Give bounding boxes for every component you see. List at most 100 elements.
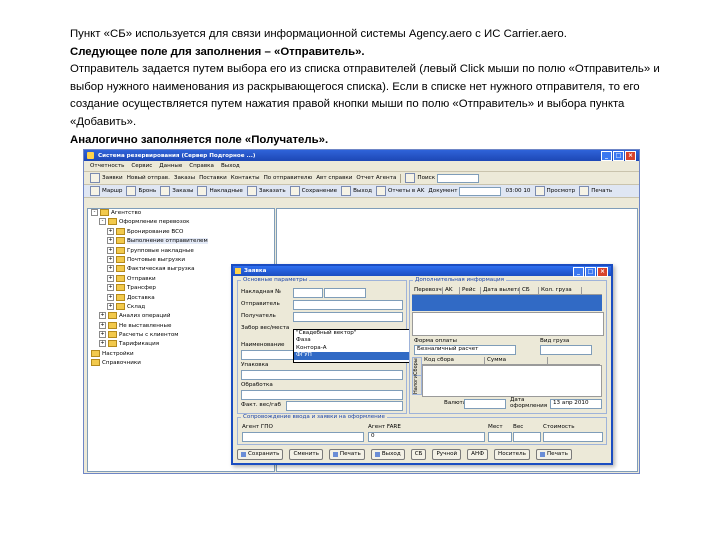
toolbar-main: Заявки Новый отправ. Заказы Поставки Кон… bbox=[84, 172, 639, 185]
tree-item[interactable]: - Оформление перевозок bbox=[88, 218, 274, 227]
toolbar-button[interactable]: Заказы bbox=[174, 175, 195, 181]
tree-item[interactable]: + Выполнение отправителем bbox=[88, 237, 274, 246]
document-icon bbox=[90, 173, 100, 183]
collapse-icon[interactable]: - bbox=[91, 209, 98, 216]
exit-button[interactable]: Выход bbox=[370, 448, 405, 460]
print-button[interactable]: Печать bbox=[328, 448, 365, 460]
toolbar-button[interactable]: Отчет Агента bbox=[356, 175, 396, 181]
toolbar-button[interactable]: Поставки bbox=[199, 175, 227, 181]
sender-field[interactable] bbox=[293, 300, 403, 310]
expand-icon[interactable]: + bbox=[99, 321, 106, 329]
tree-item[interactable]: + Бронирование ВСО bbox=[88, 227, 274, 237]
toolbar-button[interactable]: Накладные bbox=[197, 186, 243, 196]
expand-icon[interactable]: + bbox=[99, 331, 106, 339]
cargo-type-field[interactable] bbox=[540, 345, 592, 355]
menu-item[interactable]: Данные bbox=[159, 163, 182, 169]
toolbar-button[interactable]: Выход bbox=[341, 186, 372, 196]
close-icon[interactable]: × bbox=[597, 267, 608, 277]
toolbar-button[interactable]: Новый отправ. bbox=[127, 175, 170, 181]
search-input[interactable] bbox=[437, 173, 480, 183]
toolbar-button[interactable]: Заказать bbox=[246, 186, 286, 196]
menu-item[interactable]: Справка bbox=[189, 163, 214, 169]
tree-item-label: Расчеты с клиентом bbox=[119, 332, 179, 339]
expand-icon[interactable]: + bbox=[99, 340, 106, 348]
dropdown-option-selected[interactable]: ФГУП bbox=[294, 352, 409, 360]
maximize-icon[interactable]: □ bbox=[613, 151, 624, 161]
manual-button[interactable]: Ручной bbox=[432, 448, 462, 460]
toolbar-button[interactable]: По отправителю bbox=[264, 175, 313, 181]
waybill-field[interactable] bbox=[293, 288, 323, 298]
toolbar-button[interactable]: Авт справки bbox=[316, 175, 352, 181]
tree-item-label: Отправки bbox=[127, 275, 156, 282]
preview-icon bbox=[534, 186, 545, 196]
sb-button[interactable]: СБ bbox=[410, 448, 427, 460]
dropdown-option[interactable]: "Свадебный вектор" bbox=[294, 330, 409, 337]
currency-field[interactable] bbox=[464, 399, 506, 409]
search-icon bbox=[405, 173, 416, 183]
toolbar-button[interactable]: Маршр bbox=[90, 186, 122, 196]
maximize-icon[interactable]: □ bbox=[585, 267, 596, 277]
flights-grid-selected-row[interactable] bbox=[412, 295, 602, 311]
fact-weight-field[interactable] bbox=[286, 401, 403, 411]
grid-column: Сумма bbox=[485, 357, 548, 364]
cost-field[interactable] bbox=[543, 432, 603, 442]
expand-icon[interactable]: + bbox=[107, 293, 114, 301]
receiver-field[interactable] bbox=[293, 312, 403, 322]
date-field[interactable]: 13 апр 2010 bbox=[550, 399, 602, 409]
tab-taxes[interactable]: Налоги bbox=[412, 375, 422, 395]
minimize-icon[interactable]: _ bbox=[573, 267, 584, 277]
flights-grid-body bbox=[412, 312, 604, 336]
agent-field[interactable] bbox=[242, 432, 364, 442]
places-field[interactable] bbox=[488, 432, 512, 442]
menu-item[interactable]: Отчетность bbox=[90, 163, 124, 169]
tab-fees[interactable]: Сборы bbox=[412, 357, 422, 377]
time-field[interactable]: 03:00 10 bbox=[505, 188, 530, 194]
expand-icon[interactable]: + bbox=[107, 255, 114, 263]
processing-field[interactable] bbox=[241, 390, 403, 400]
agent-fare-field[interactable]: 0 bbox=[368, 432, 485, 442]
payment-form-field[interactable]: Безналичный расчет bbox=[414, 345, 516, 355]
expand-icon[interactable]: + bbox=[107, 265, 114, 273]
save-button[interactable]: Сохранить bbox=[237, 448, 284, 460]
pickup-label: Забор вес/места bbox=[241, 325, 290, 331]
fees-grid-body bbox=[422, 365, 602, 397]
dropdown-option[interactable]: Фаза bbox=[294, 337, 409, 344]
collapse-icon[interactable]: - bbox=[99, 218, 106, 226]
expand-icon[interactable]: + bbox=[107, 274, 114, 282]
print-menu-button[interactable]: Печать bbox=[535, 448, 572, 460]
document-input[interactable] bbox=[459, 186, 502, 196]
waybill-number-field[interactable] bbox=[324, 288, 366, 298]
preview-button[interactable]: Просмотр bbox=[534, 186, 575, 196]
toolbar-button[interactable]: Сохранение bbox=[289, 186, 337, 196]
toolbar-button[interactable]: Контакты bbox=[231, 175, 260, 181]
expand-icon[interactable]: + bbox=[99, 312, 106, 320]
minimize-icon[interactable]: _ bbox=[601, 151, 612, 161]
expand-icon[interactable]: + bbox=[107, 227, 114, 235]
toolbar-button[interactable]: Заявки bbox=[90, 173, 123, 183]
expand-icon[interactable]: + bbox=[107, 246, 114, 254]
dropdown-option[interactable]: Контора-А bbox=[294, 345, 409, 352]
toolbar-button[interactable]: Заказы bbox=[160, 186, 193, 196]
toolbar-button[interactable]: Отчеты в AK bbox=[375, 186, 424, 196]
menu-item[interactable]: Выход bbox=[221, 163, 240, 169]
menu-item[interactable]: Сервис bbox=[131, 163, 152, 169]
processing-label: Обработка bbox=[241, 382, 273, 388]
toolbar-button[interactable]: Бронь bbox=[126, 186, 156, 196]
packing-field[interactable] bbox=[241, 370, 403, 380]
print-button[interactable]: Печать bbox=[579, 186, 612, 196]
expand-icon[interactable]: + bbox=[107, 302, 114, 310]
expand-icon[interactable]: + bbox=[107, 237, 114, 245]
tree-item[interactable]: + Групповые накладные bbox=[88, 246, 274, 256]
sender-dropdown-list[interactable]: "Свадебный вектор" Фаза Контора-А ФГУП bbox=[293, 329, 410, 363]
grid-column: Кол. груза bbox=[539, 287, 582, 294]
carrier-button[interactable]: Носитель bbox=[494, 448, 530, 460]
close-icon[interactable]: × bbox=[625, 151, 636, 161]
change-button[interactable]: Сменить bbox=[289, 448, 323, 460]
tree-item-label: Бронирование ВСО bbox=[127, 228, 184, 235]
expand-icon[interactable]: + bbox=[107, 284, 114, 292]
weight-field[interactable] bbox=[513, 432, 541, 442]
tree-item[interactable]: - Агентство bbox=[88, 209, 274, 218]
name-label: Наименование bbox=[241, 342, 285, 348]
folder-icon bbox=[116, 293, 125, 301]
anf-button[interactable]: АНФ bbox=[467, 448, 489, 460]
